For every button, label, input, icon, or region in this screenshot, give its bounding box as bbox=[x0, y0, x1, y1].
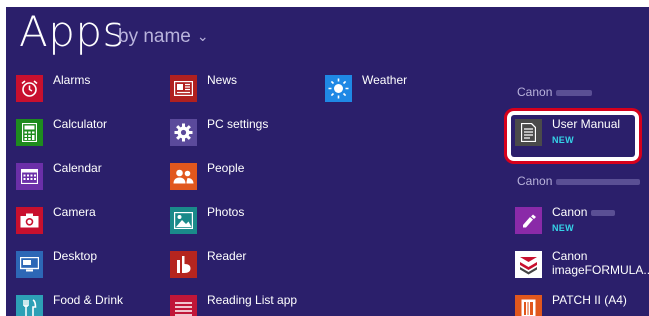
app-reading-list[interactable]: Reading List app bbox=[170, 289, 297, 316]
app-label: Reader bbox=[207, 249, 247, 263]
app-calendar[interactable]: Calendar bbox=[16, 157, 102, 191]
app-label: Calendar bbox=[53, 161, 102, 175]
sort-by-dropdown[interactable]: by name ⌄ bbox=[118, 26, 209, 48]
app-user-manual[interactable]: User Manual NEW bbox=[515, 113, 620, 147]
app-food-drink[interactable]: Food & Drink bbox=[16, 289, 123, 316]
app-label: Reading List app bbox=[207, 293, 298, 307]
document-icon bbox=[515, 119, 542, 146]
app-label: Weather bbox=[362, 73, 408, 87]
apps-title: Apps bbox=[19, 7, 125, 56]
app-label: PATCH II (A4) bbox=[552, 293, 627, 307]
app-camera[interactable]: Camera bbox=[16, 201, 96, 235]
group-header-canon-1[interactable]: Canon bbox=[517, 85, 593, 99]
app-label: User Manual NEW bbox=[552, 117, 620, 147]
calculator-icon bbox=[16, 119, 43, 146]
app-label: Canon imageFORMULA... bbox=[552, 249, 649, 277]
group-header-label: Canon bbox=[517, 85, 553, 99]
app-reader[interactable]: Reader bbox=[170, 245, 246, 279]
app-people[interactable]: People bbox=[170, 157, 244, 191]
start-screen-apps-view: Apps by name ⌄ Alarms Calculator Calendar… bbox=[6, 7, 649, 316]
app-desktop[interactable]: Desktop bbox=[16, 245, 97, 279]
people-icon bbox=[170, 163, 197, 190]
calendar-icon bbox=[16, 163, 43, 190]
canon-tool-icon bbox=[515, 207, 542, 234]
app-label: People bbox=[207, 161, 245, 175]
app-name-line2: imageFORMULA... bbox=[552, 263, 649, 277]
app-photos[interactable]: Photos bbox=[170, 201, 244, 235]
app-news[interactable]: News bbox=[170, 69, 237, 103]
app-calculator[interactable]: Calculator bbox=[16, 113, 107, 147]
gear-icon bbox=[170, 119, 197, 146]
app-name: User Manual bbox=[552, 117, 621, 131]
reading-list-icon bbox=[170, 295, 197, 316]
app-label: PC settings bbox=[207, 117, 269, 131]
group-header-label: Canon bbox=[517, 174, 553, 188]
app-canon-tool[interactable]: Canon NEW bbox=[515, 201, 616, 235]
reader-icon bbox=[170, 251, 197, 278]
alarm-clock-icon bbox=[16, 75, 43, 102]
patch-sheet-icon bbox=[515, 295, 542, 316]
app-patch-ii-a4[interactable]: PATCH II (A4) bbox=[515, 289, 627, 316]
news-icon bbox=[170, 75, 197, 102]
group-header-canon-2[interactable]: Canon bbox=[517, 174, 641, 188]
app-name: Canon bbox=[552, 205, 588, 219]
app-label: Photos bbox=[207, 205, 245, 219]
sort-label: by name bbox=[118, 26, 191, 47]
app-label: Camera bbox=[53, 205, 96, 219]
chevron-down-icon: ⌄ bbox=[196, 28, 209, 44]
new-badge: NEW bbox=[552, 223, 574, 233]
camera-icon bbox=[16, 207, 43, 234]
app-pc-settings[interactable]: PC settings bbox=[170, 113, 268, 147]
redacted-text bbox=[591, 209, 616, 216]
app-label: Calculator bbox=[53, 117, 108, 131]
app-label: News bbox=[207, 73, 238, 87]
app-weather[interactable]: Weather bbox=[325, 69, 407, 103]
food-drink-icon bbox=[16, 295, 43, 316]
redacted-text bbox=[556, 89, 593, 96]
redacted-text bbox=[556, 178, 641, 185]
app-label: Food & Drink bbox=[53, 293, 124, 307]
sun-icon bbox=[325, 75, 352, 102]
app-canon-imageformula[interactable]: Canon imageFORMULA... bbox=[515, 245, 649, 279]
app-label: Desktop bbox=[53, 249, 98, 263]
app-label: Alarms bbox=[53, 73, 91, 87]
app-name: Canon bbox=[552, 249, 588, 263]
app-alarms[interactable]: Alarms bbox=[16, 69, 90, 103]
desktop-icon bbox=[16, 251, 43, 278]
new-badge: NEW bbox=[552, 135, 574, 145]
photos-icon bbox=[170, 207, 197, 234]
app-label: Canon NEW bbox=[552, 205, 616, 235]
imageformula-icon bbox=[515, 251, 542, 278]
